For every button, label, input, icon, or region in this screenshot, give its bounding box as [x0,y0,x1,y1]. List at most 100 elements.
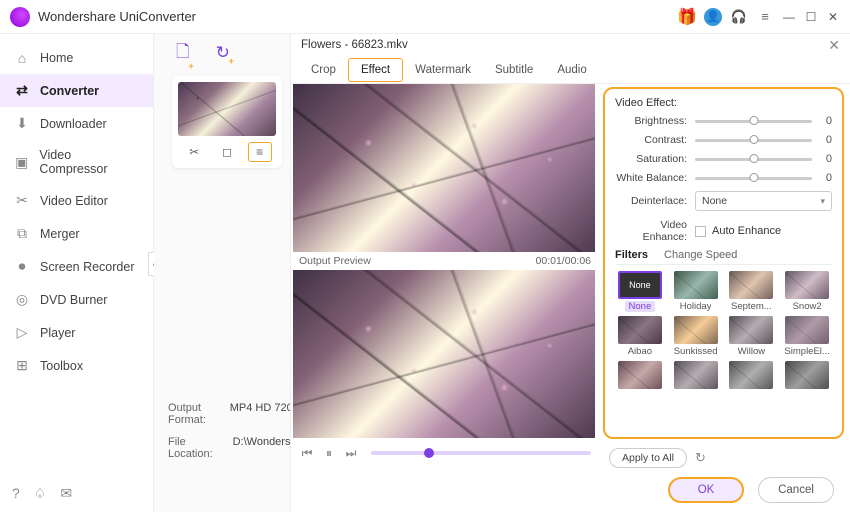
ok-button[interactable]: OK [668,477,744,503]
auto-enhance-checkbox[interactable] [695,226,706,237]
contrast-row: Contrast:0 [615,134,832,146]
output-preview-bar: Output Preview 00:01/00:06 [293,252,597,270]
sidebar-item-converter[interactable]: ⇄Converter [0,74,153,107]
filter-thumb [785,361,829,389]
filter-none[interactable]: NoneNone [615,271,665,312]
maximize-button[interactable]: ☐ [800,6,822,28]
filter-aibao[interactable]: Aibao [615,316,665,357]
crop-icon[interactable]: ◻ [215,142,239,162]
saturation-value: 0 [820,153,832,165]
sidebar-item-label: Video Compressor [39,148,139,176]
sidebar-item-dvd[interactable]: ◎DVD Burner [0,283,153,316]
apply-to-all-button[interactable]: Apply to All [609,448,687,468]
tab-crop[interactable]: Crop [299,59,348,81]
effect-icon[interactable]: ≡ [248,142,272,162]
pause-button[interactable]: ⏸ [321,446,337,461]
filter-thumb [785,271,829,299]
slider-knob[interactable] [749,116,758,125]
share-icon[interactable]: ✉ [60,485,72,502]
slider-knob[interactable] [749,173,758,182]
filter-thumb [618,316,662,344]
deinterlace-label: Deinterlace: [615,195,687,207]
filter-holiday[interactable]: Holiday [671,271,721,312]
change-speed-tab[interactable]: Change Speed [664,249,737,261]
progress-bar[interactable] [371,451,591,455]
bell-icon[interactable]: ♤ [34,485,47,502]
filter-item[interactable] [671,361,721,391]
output-format-value[interactable]: MP4 HD 720P [230,402,290,426]
sidebar-item-merger[interactable]: ⧉Merger [0,217,153,250]
video-effect-panel: Video Effect: Brightness:0 Contrast:0 Sa… [603,87,844,439]
deinterlace-select[interactable]: None▾ [695,191,832,211]
sidebar-item-label: DVD Burner [40,293,107,307]
filter-septem[interactable]: Septem... [727,271,777,312]
filter-item[interactable] [727,361,777,391]
tab-subtitle[interactable]: Subtitle [483,59,545,81]
sidebar-item-recorder[interactable]: ⏺Screen Recorder [0,250,153,283]
tab-audio[interactable]: Audio [545,59,598,81]
sidebar-item-label: Toolbox [40,359,83,373]
cancel-button[interactable]: Cancel [758,477,834,503]
filter-thumb [674,361,718,389]
preview-time: 00:01/00:06 [536,255,591,267]
sidebar-item-player[interactable]: ▷Player [0,316,153,349]
minimize-button[interactable]: — [778,6,800,28]
contrast-slider[interactable] [695,139,812,142]
merger-icon: ⧉ [14,225,30,242]
enhance-label: Video Enhance: [615,219,687,243]
add-folder-icon[interactable]: ↻+ [216,43,230,63]
sidebar-item-downloader[interactable]: ⬇Downloader [0,107,153,140]
filter-name: Aibao [628,346,652,357]
sidebar-item-toolbox[interactable]: ⊞ Toolbox [0,349,153,382]
support-icon[interactable]: 🎧 [728,6,750,28]
titlebar: Wondershare UniConverter 🎁 👤 🎧 ≡ — ☐ ✕ [0,0,850,34]
filter-item[interactable] [782,361,832,391]
menu-icon[interactable]: ≡ [754,6,776,28]
toolbox-icon: ⊞ [14,357,30,374]
whitebalance-label: White Balance: [615,172,687,184]
prev-button[interactable]: ⏮ [299,446,315,461]
account-avatar-icon[interactable]: 👤 [702,6,724,28]
whitebalance-value: 0 [820,172,832,184]
recorder-icon: ⏺ [14,258,30,275]
next-button[interactable]: ⏭ [343,446,359,461]
editor-body: Output Preview 00:01/00:06 ⏮ ⏸ ⏭ Video E… [291,84,850,468]
slider-knob[interactable] [749,154,758,163]
reset-icon[interactable]: ↻ [695,450,706,466]
video-thumbnail [178,82,276,136]
progress-knob[interactable] [424,448,434,458]
file-location-value[interactable]: D:\Wondersh [233,436,290,460]
editor-footer: OK Cancel [291,468,850,512]
close-editor-icon[interactable]: ✕ [828,37,840,54]
output-preview-label: Output Preview [299,255,371,267]
sidebar-item-home[interactable]: ⌂Home [0,42,153,74]
slider-knob[interactable] [749,135,758,144]
filter-item[interactable] [615,361,665,391]
help-icon[interactable]: ? [12,485,20,502]
filters-tab[interactable]: Filters [615,249,648,261]
sidebar-item-editor[interactable]: ✂Video Editor [0,184,153,217]
saturation-slider[interactable] [695,158,812,161]
trim-icon[interactable]: ✂ [182,142,206,162]
filter-name: Septem... [731,301,772,312]
video-thumbnail-card[interactable]: ✂ ◻ ≡ [172,76,282,168]
gift-icon[interactable]: 🎁 [676,6,698,28]
editor-file-title: Flowers - 66823.mkv [301,39,408,51]
filter-sunkissed[interactable]: Sunkissed [671,316,721,357]
filter-thumb [674,271,718,299]
tab-watermark[interactable]: Watermark [403,59,483,81]
editor-icon: ✂ [14,192,30,209]
brightness-label: Brightness: [615,115,687,127]
whitebalance-slider[interactable] [695,177,812,180]
sidebar-item-compressor[interactable]: ▣Video Compressor [0,140,153,184]
editor-header: Flowers - 66823.mkv ✕ [291,34,850,56]
filter-snow2[interactable]: Snow2 [782,271,832,312]
preview-column: Output Preview 00:01/00:06 ⏮ ⏸ ⏭ [291,84,597,468]
brightness-slider[interactable] [695,120,812,123]
brightness-row: Brightness:0 [615,115,832,127]
filter-willow[interactable]: Willow [727,316,777,357]
close-button[interactable]: ✕ [822,6,844,28]
filter-simpleel[interactable]: SimpleEl... [782,316,832,357]
add-file-icon[interactable]: 🗋+ [176,39,190,68]
tab-effect[interactable]: Effect [348,58,403,82]
